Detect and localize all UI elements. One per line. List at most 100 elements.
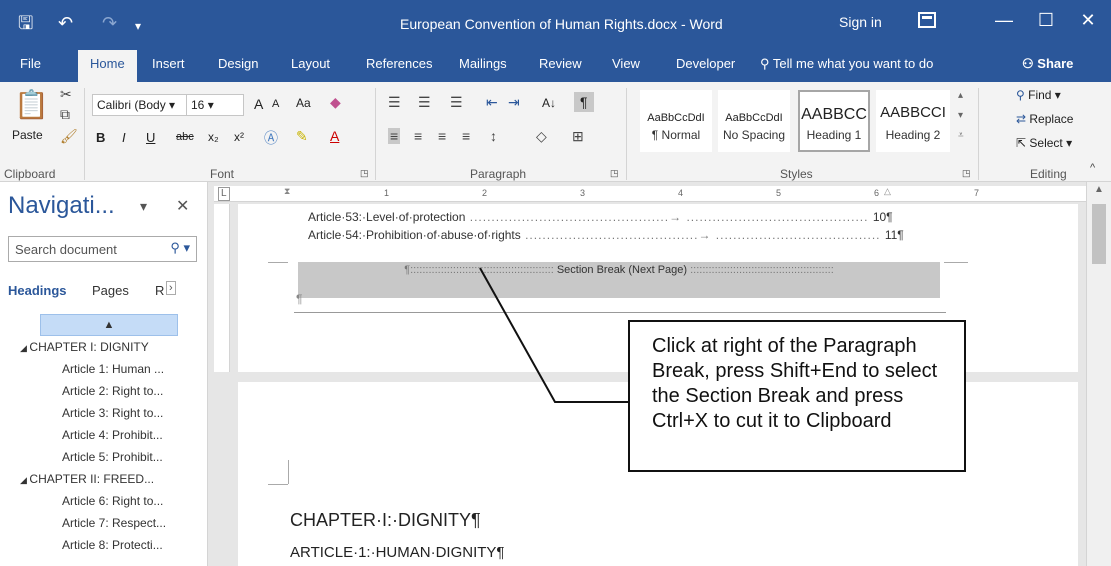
bold-button[interactable]: B <box>96 130 105 145</box>
sign-in-link[interactable]: Sign in <box>839 14 882 30</box>
collapse-ribbon-icon[interactable]: ^ <box>1090 162 1095 174</box>
paragraph-dialog-launcher-icon[interactable]: ◳ <box>610 168 619 179</box>
align-center-icon[interactable]: ≡ <box>414 128 422 144</box>
justify-icon[interactable]: ≡ <box>462 128 470 144</box>
toc-entry[interactable]: Article·53:·Level·of·protection ........… <box>308 210 893 224</box>
nav-heading-item[interactable]: Article 3: Right to... <box>62 406 163 420</box>
find-button[interactable]: ⚲ Find ▾ <box>1016 88 1061 102</box>
tab-insert[interactable]: Insert <box>152 56 185 71</box>
style-heading-1[interactable]: AABBCC Heading 1 <box>798 90 870 152</box>
nav-heading-item[interactable]: Article 2: Right to... <box>62 384 163 398</box>
tab-file[interactable]: File <box>20 56 41 71</box>
copy-icon[interactable]: ⧉ <box>60 106 70 123</box>
select-button[interactable]: ⇱ Select ▾ <box>1016 136 1072 150</box>
toc-entry[interactable]: Article·54:·Prohibition·of·abuse·of·righ… <box>308 228 904 242</box>
save-icon[interactable]: 🖫 <box>18 12 33 34</box>
search-document-input[interactable]: Search document ⚲ ▾ <box>8 236 197 262</box>
tell-me-search[interactable]: ⚲ Tell me what you want to do <box>760 56 933 72</box>
nav-heading-item[interactable]: Article 8: Protecti... <box>62 538 163 552</box>
minimize-button[interactable]: — <box>989 10 1019 31</box>
tab-view[interactable]: View <box>612 56 640 71</box>
scrollbar-thumb[interactable] <box>1092 204 1106 264</box>
tab-references[interactable]: References <box>366 56 432 71</box>
styles-more-icon[interactable]: ⩡ <box>958 130 964 141</box>
show-hide-button[interactable]: ¶ <box>574 92 594 112</box>
nav-tabs-scroll-icon[interactable]: › <box>166 281 176 295</box>
horizontal-ruler[interactable]: L ⧗ 1 2 3 4 5 6 △ 7 <box>214 186 1086 202</box>
nav-heading-item[interactable]: Article 5: Prohibit... <box>62 450 163 464</box>
customize-qat-icon[interactable]: ▾ <box>135 15 141 37</box>
indent-marker-icon[interactable]: ⧗ <box>284 186 290 197</box>
shading-icon[interactable]: ◇ <box>536 128 547 145</box>
redo-icon[interactable]: ↷ <box>102 12 117 34</box>
shrink-font-button[interactable]: A <box>272 98 279 110</box>
paragraph-mark[interactable]: ¶ <box>296 292 302 306</box>
close-pane-icon[interactable]: ✕ <box>176 196 189 216</box>
ribbon-display-options-icon[interactable] <box>918 12 936 28</box>
nav-tab-pages[interactable]: Pages <box>92 283 129 298</box>
text-effects-icon[interactable]: Ⓐ <box>264 128 278 148</box>
align-left-icon[interactable]: ≡ <box>388 128 401 144</box>
paste-button[interactable]: Paste <box>12 128 43 142</box>
styles-scroll-up-icon[interactable]: ▴ <box>958 90 963 101</box>
tab-design[interactable]: Design <box>218 56 258 71</box>
vertical-scrollbar[interactable]: ▲ <box>1086 182 1111 566</box>
subscript-button[interactable]: x₂ <box>208 130 219 144</box>
highlight-icon[interactable]: ✎ <box>296 128 308 145</box>
styles-dialog-launcher-icon[interactable]: ◳ <box>962 168 971 179</box>
section-break[interactable]: ¶:::::::::::::::::::::::::::::::::::::::… <box>298 262 940 278</box>
nav-heading-item[interactable]: Article 7: Respect... <box>62 516 166 530</box>
superscript-button[interactable]: x² <box>234 130 244 144</box>
format-painter-icon[interactable]: 🖌 <box>60 128 78 145</box>
underline-button[interactable]: U <box>146 130 155 145</box>
line-spacing-icon[interactable]: ↕ <box>490 128 497 144</box>
right-indent-marker-icon[interactable]: △ <box>884 186 891 197</box>
decrease-indent-icon[interactable]: ⇤ <box>486 94 498 111</box>
tab-home[interactable]: Home <box>78 50 137 82</box>
clear-formatting-icon[interactable]: ◆ <box>330 94 341 111</box>
font-color-icon[interactable]: A <box>330 128 339 144</box>
numbering-icon[interactable]: ☰ <box>418 94 431 111</box>
undo-icon[interactable]: ↶ <box>58 12 73 34</box>
pane-options-icon[interactable]: ▾ <box>140 198 147 215</box>
paste-icon[interactable]: 📋 <box>14 88 49 121</box>
font-dialog-launcher-icon[interactable]: ◳ <box>360 168 369 179</box>
font-size-combo[interactable]: 16 ▾ <box>186 94 244 116</box>
article-heading[interactable]: ARTICLE·1:·HUMAN·DIGNITY¶ <box>290 544 504 561</box>
multilevel-list-icon[interactable]: ☰ <box>450 94 463 111</box>
nav-heading-item[interactable]: Article 6: Right to... <box>62 494 163 508</box>
nav-heading-chapter-1[interactable]: ◢ CHAPTER I: DIGNITY <box>20 340 149 354</box>
grow-font-button[interactable]: A <box>254 96 263 112</box>
bullets-icon[interactable]: ☰ <box>388 94 401 111</box>
chapter-heading[interactable]: CHAPTER·I:·DIGNITY¶ <box>290 510 481 531</box>
replace-button[interactable]: ⇄ Replace <box>1016 112 1073 126</box>
scroll-up-icon[interactable]: ▲ <box>1094 184 1104 195</box>
tab-developer[interactable]: Developer <box>676 56 735 71</box>
styles-scroll-down-icon[interactable]: ▾ <box>958 110 963 121</box>
nav-tab-results[interactable]: R <box>155 283 164 298</box>
nav-heading-item[interactable]: Article 1: Human ... <box>62 362 164 376</box>
increase-indent-icon[interactable]: ⇥ <box>508 94 520 111</box>
collapse-all-button[interactable]: ▲ <box>40 314 178 336</box>
tab-layout[interactable]: Layout <box>291 56 330 71</box>
change-case-button[interactable]: Aa <box>296 96 311 110</box>
maximize-button[interactable]: ☐ <box>1031 10 1061 31</box>
search-icon[interactable]: ⚲ ▾ <box>170 240 190 256</box>
cut-icon[interactable]: ✂ <box>60 86 72 103</box>
nav-tab-headings[interactable]: Headings <box>8 283 67 298</box>
close-button[interactable]: ✕ <box>1073 10 1103 31</box>
strikethrough-button[interactable]: abc <box>176 131 194 143</box>
tab-mailings[interactable]: Mailings <box>459 56 507 71</box>
borders-icon[interactable]: ⊞ <box>572 128 584 145</box>
style-heading-2[interactable]: AABBCCI Heading 2 <box>876 90 950 152</box>
style-no-spacing[interactable]: AaBbCcDdI No Spacing <box>718 90 790 152</box>
tab-selector-icon[interactable]: L <box>218 187 230 201</box>
align-right-icon[interactable]: ≡ <box>438 128 446 144</box>
style-normal[interactable]: AaBbCcDdI ¶ Normal <box>640 90 712 152</box>
nav-heading-item[interactable]: Article 4: Prohibit... <box>62 428 163 442</box>
nav-heading-chapter-2[interactable]: ◢ CHAPTER II: FREED... <box>20 472 154 486</box>
sort-button[interactable]: A↓ <box>542 96 556 110</box>
tab-review[interactable]: Review <box>539 56 582 71</box>
share-button[interactable]: ⚇ Share <box>1022 56 1073 72</box>
italic-button[interactable]: I <box>122 130 126 145</box>
